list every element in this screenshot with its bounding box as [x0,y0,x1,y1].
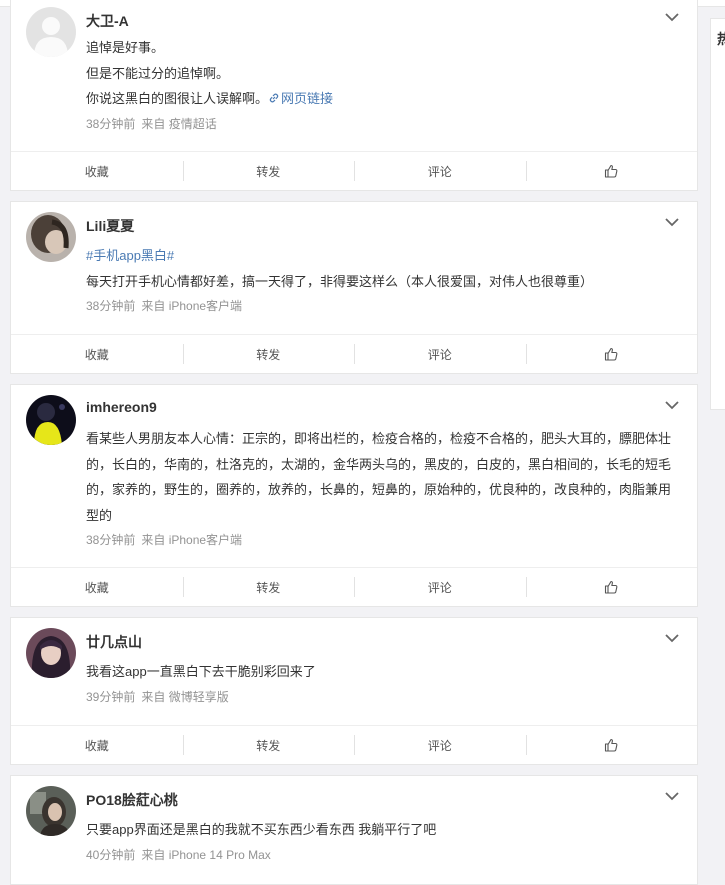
chevron-down-icon[interactable] [665,791,679,801]
action-bar: 收藏 转发 评论 [11,567,697,606]
chevron-down-icon[interactable] [665,217,679,227]
source[interactable]: 来自 iPhone 14 Pro Max [141,848,270,862]
comment-card: 大卫-A 追悼是好事。 但是不能过分的追悼啊。 你说这黑白的图很让人误解啊。 网页… [10,0,698,191]
comment-text: 我看这app一直黑白下去干脆别彩回来了 [86,659,676,685]
chevron-down-icon[interactable] [665,12,679,22]
comment-card: imhereon9 看某些人男朋友本人心情：正宗的，即将出栏的，检疫合格的，检疫… [10,384,698,607]
repost-button[interactable]: 转发 [182,152,355,190]
comment-line-with-link: 你说这黑白的图很让人误解啊。 网页链接 [86,86,676,112]
comment-label: 评论 [427,738,452,753]
timestamp: 39分钟前 [86,690,136,704]
comment-button[interactable]: 评论 [354,568,526,606]
username[interactable]: imhereon9 [86,399,157,415]
avatar[interactable] [26,212,76,262]
username[interactable]: 廿几点山 [86,632,142,652]
source[interactable]: 来自 iPhone客户端 [141,299,242,313]
comment-line: 但是不能过分的追悼啊。 [86,65,230,81]
favorite-label: 收藏 [84,164,109,179]
thumbs-up-icon [605,164,618,178]
action-bar: 收藏 转发 评论 [11,725,697,764]
favorite-label: 收藏 [84,738,109,753]
chevron-down-icon[interactable] [665,633,679,643]
comment-text: #手机app黑白# 每天打开手机心情都好差，搞一天得了，非得要这样么（本人很爱国，… [86,243,676,294]
favorite-button[interactable]: 收藏 [11,335,183,373]
comment-body: 我看这app一直黑白下去干脆别彩回来了 [86,664,316,679]
favorite-label: 收藏 [84,580,109,595]
avatar[interactable] [26,786,76,836]
web-link[interactable]: 网页链接 [268,91,333,106]
hashtag-link[interactable]: #手机app黑白# [86,248,174,263]
chevron-down-icon[interactable] [665,400,679,410]
comment-meta: 38分钟前 来自 疫情超话 [86,115,217,132]
repost-label: 转发 [256,738,281,753]
comment-label: 评论 [427,164,452,179]
comment-button[interactable]: 评论 [354,335,526,373]
thumbs-up-icon [605,738,618,752]
timestamp: 40分钟前 [86,848,136,862]
avatar[interactable] [26,628,76,678]
avatar[interactable] [26,7,76,57]
repost-label: 转发 [256,580,281,595]
comment-meta: 38分钟前 来自 iPhone客户端 [86,531,242,548]
repost-label: 转发 [256,164,281,179]
comment-card: 廿几点山 我看这app一直黑白下去干脆别彩回来了 39分钟前 来自 微博轻享版 收… [10,617,698,765]
like-button[interactable] [525,568,698,606]
comment-text: 追悼是好事。 但是不能过分的追悼啊。 你说这黑白的图很让人误解啊。 网页链接 [86,35,676,112]
favorite-label: 收藏 [84,347,109,362]
comment-button[interactable]: 评论 [354,726,526,764]
comment-meta: 39分钟前 来自 微博轻享版 [86,688,229,705]
like-button[interactable] [525,726,698,764]
timestamp: 38分钟前 [86,533,136,547]
avatar[interactable] [26,395,76,445]
favorite-button[interactable]: 收藏 [11,152,183,190]
comment-text: 看某些人男朋友本人心情：正宗的，即将出栏的，检疫合格的，检疫不合格的，肥头大耳的… [86,426,676,528]
comment-button[interactable]: 评论 [354,152,526,190]
favorite-button[interactable]: 收藏 [11,568,183,606]
comment-meta: 38分钟前 来自 iPhone客户端 [86,297,242,314]
repost-button[interactable]: 转发 [182,568,355,606]
comment-line: 你说这黑白的图很让人误解啊。 [86,91,269,106]
link-icon [269,93,279,103]
comment-line: #手机app黑白# 每天打开手机心情都好差，搞一天得了，非得要这样么（本人很爱国，… [86,243,676,294]
comment-line: 追悼是好事。 [86,40,165,55]
thumbs-up-icon [605,347,618,361]
comment-body: 看某些人男朋友本人心情：正宗的，即将出栏的，检疫合格的，检疫不合格的，肥头大耳的… [86,431,672,523]
web-link-label: 网页链接 [281,91,334,106]
comment-label: 评论 [427,580,452,595]
comment-meta: 40分钟前 来自 iPhone 14 Pro Max [86,846,271,863]
comment-text: 只要app界面还是黑白的我就不买东西少看东西 我躺平行了吧 [86,817,676,843]
repost-button[interactable]: 转发 [182,726,355,764]
thumbs-up-icon [605,580,618,594]
like-button[interactable] [525,152,698,190]
favorite-button[interactable]: 收藏 [11,726,183,764]
source[interactable]: 来自 疫情超话 [141,117,216,131]
comment-label: 评论 [427,347,452,362]
comment-body: 只要app界面还是黑白的我就不买东西少看东西 我躺平行了吧 [86,822,437,837]
source[interactable]: 来自 微博轻享版 [141,690,228,704]
action-bar: 收藏 转发 评论 [11,334,697,373]
comment-body: 每天打开手机心情都好差，搞一天得了，非得要这样么（本人很爱国，对伟人也很尊重） [86,273,594,289]
side-panel: 热 [710,18,725,410]
action-bar: 收藏 转发 评论 [11,151,697,190]
comment-card: PO18脍葒心桃 只要app界面还是黑白的我就不买东西少看东西 我躺平行了吧 4… [10,775,698,885]
repost-button[interactable]: 转发 [182,335,355,373]
repost-label: 转发 [256,347,281,362]
source[interactable]: 来自 iPhone客户端 [141,533,242,547]
side-panel-label: 热 [717,31,725,47]
username[interactable]: PO18脍葒心桃 [86,790,178,810]
like-button[interactable] [525,335,698,373]
timestamp: 38分钟前 [86,117,136,131]
comment-card: Lili夏夏 #手机app黑白# 每天打开手机心情都好差，搞一天得了，非得要这样么… [10,201,698,374]
timestamp: 38分钟前 [86,299,136,313]
username[interactable]: Lili夏夏 [86,216,134,236]
username[interactable]: 大卫-A [86,11,129,31]
